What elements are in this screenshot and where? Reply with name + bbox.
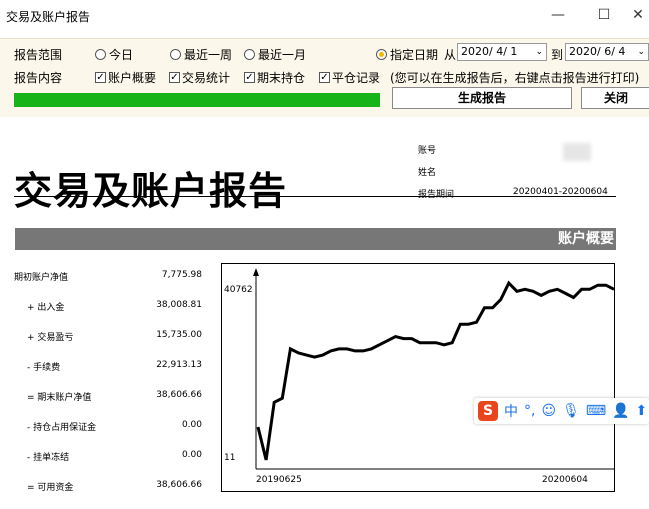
- name-label: 姓名: [418, 168, 437, 178]
- close-window-button[interactable]: ✕: [628, 6, 648, 24]
- summary-label: - 手续费: [27, 363, 61, 373]
- summary-label: = 可用资金: [27, 483, 74, 493]
- radio-circle-icon: [170, 49, 181, 60]
- chevron-down-icon: ⌄: [535, 47, 543, 57]
- chevron-down-icon: ⌄: [637, 47, 645, 57]
- radio-last-month[interactable]: 最近一月: [244, 46, 306, 63]
- from-label: 从: [444, 48, 457, 62]
- check-close-records[interactable]: ✓ 平仓记录: [319, 69, 380, 86]
- title-bar: 交易及账户报告 — ☐ ✕: [0, 0, 649, 32]
- summary-value: 0.00: [181, 450, 202, 460]
- summary-value: 7,775.98: [161, 270, 202, 280]
- period-label: 报告期间: [418, 190, 455, 200]
- y-min-tick: 11: [224, 453, 235, 463]
- from-date-value: 2020/ 4/ 1: [461, 45, 518, 58]
- equity-chart-svg: 40762 11 20190625 20200604: [224, 268, 615, 485]
- progress-bar: [14, 93, 380, 107]
- summary-label: - 挂单冻结: [27, 453, 70, 463]
- sogou-logo-icon[interactable]: S: [478, 401, 498, 421]
- x-end-tick: 20200604: [542, 475, 588, 485]
- check-account-summary-label: 账户概要: [108, 71, 157, 85]
- checkbox-checked-icon: ✓: [319, 72, 330, 83]
- summary-label: 期初账户净值: [14, 273, 69, 283]
- to-date-picker[interactable]: 2020/ 6/ 4 ⌄: [565, 43, 649, 61]
- up-icon[interactable]: ⬆: [636, 403, 648, 419]
- from-date-picker[interactable]: 2020/ 4/ 1 ⌄: [457, 43, 547, 61]
- period-value: 20200401-20200604: [513, 187, 608, 197]
- radio-last-week[interactable]: 最近一周: [170, 46, 232, 63]
- check-ending-positions-label: 期末持仓: [257, 71, 306, 85]
- close-button[interactable]: 关闭: [581, 87, 649, 109]
- generate-report-button[interactable]: 生成报告: [392, 87, 572, 109]
- to-label: 到: [551, 48, 564, 62]
- summary-value: 38,606.66: [156, 390, 202, 400]
- minimize-button[interactable]: —: [548, 6, 568, 24]
- ime-punct-toggle[interactable]: °,: [524, 403, 535, 419]
- ime-toolbar[interactable]: S 中 °, ☺ 🎙 ⌨ 👤 ⬆: [474, 398, 649, 424]
- radio-circle-icon: [244, 49, 255, 60]
- range-label: 报告范围: [14, 48, 63, 62]
- summary-label: - 持仓占用保证金: [27, 423, 97, 433]
- account-value-redacted: [563, 143, 591, 161]
- checkbox-checked-icon: ✓: [244, 72, 255, 83]
- emoji-icon[interactable]: ☺: [541, 403, 556, 419]
- to-date-value: 2020/ 6/ 4: [569, 45, 626, 58]
- account-label: 账号: [418, 146, 437, 156]
- summary-value: 15,735.00: [156, 330, 202, 340]
- check-trade-stats[interactable]: ✓ 交易统计: [169, 69, 230, 86]
- report-title: 交易及账户报告: [14, 169, 288, 213]
- summary-label: = 期末账户净值: [27, 393, 92, 403]
- check-ending-positions[interactable]: ✓ 期末持仓: [244, 69, 305, 86]
- content-label: 报告内容: [14, 71, 63, 85]
- radio-today-label: 今日: [109, 48, 134, 62]
- x-start-tick: 20190625: [256, 475, 302, 485]
- summary-value: 38,606.66: [156, 480, 202, 490]
- y-max-tick: 40762: [224, 285, 253, 295]
- equity-chart: 40762 11 20190625 20200604: [221, 263, 615, 492]
- summary-value: 22,913.13: [156, 360, 202, 370]
- radio-today[interactable]: 今日: [95, 46, 133, 63]
- summary-label: + 出入金: [27, 303, 65, 313]
- summary-label: + 交易盈亏: [27, 333, 74, 343]
- check-account-summary[interactable]: ✓ 账户概要: [95, 69, 156, 86]
- check-close-records-label: 平仓记录: [332, 71, 381, 85]
- window-title: 交易及账户报告: [6, 10, 91, 24]
- checkbox-checked-icon: ✓: [169, 72, 180, 83]
- print-hint: (您可以在生成报告后，右键点击报告进行打印): [390, 71, 640, 85]
- checkbox-checked-icon: ✓: [95, 72, 106, 83]
- section-header-account-summary: 账户概要: [15, 228, 616, 250]
- equity-series-line: [256, 280, 615, 461]
- radio-circle-icon: [95, 49, 106, 60]
- radio-selected-icon: [376, 49, 387, 60]
- maximize-button[interactable]: ☐: [594, 6, 614, 24]
- check-trade-stats-label: 交易统计: [182, 71, 231, 85]
- radio-last-week-label: 最近一周: [184, 48, 233, 62]
- keyboard-icon[interactable]: ⌨: [586, 403, 606, 419]
- radio-last-month-label: 最近一月: [258, 48, 307, 62]
- ime-lang-toggle[interactable]: 中: [504, 401, 518, 421]
- y-axis-arrow-icon: [253, 268, 259, 276]
- radio-custom-date-label: 指定日期: [390, 48, 439, 62]
- user-icon[interactable]: 👤: [612, 403, 629, 419]
- summary-value: 0.00: [181, 420, 202, 430]
- mic-icon[interactable]: 🎙: [562, 403, 580, 419]
- radio-custom-date[interactable]: 指定日期: [376, 46, 438, 63]
- summary-value: 38,008.81: [156, 300, 202, 310]
